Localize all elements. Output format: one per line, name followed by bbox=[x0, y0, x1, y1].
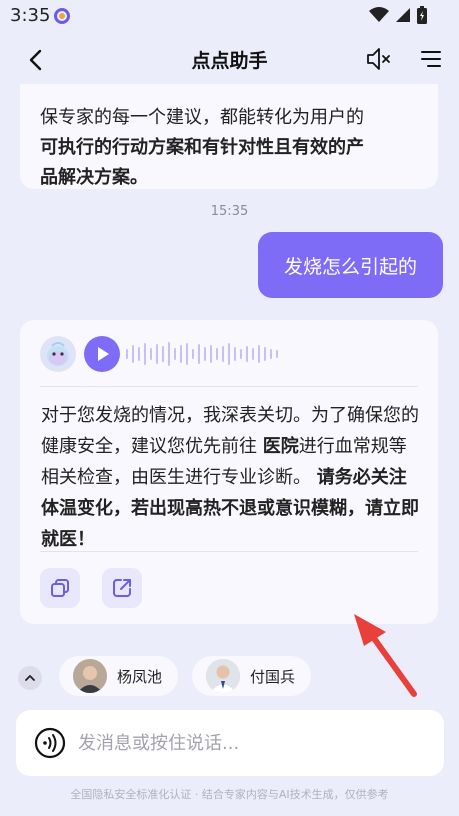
expert-avatar bbox=[206, 659, 240, 693]
menu-button[interactable] bbox=[419, 47, 443, 71]
doctor-avatar-icon bbox=[206, 659, 240, 693]
assistant-text-bold-segment: 医院 bbox=[262, 436, 299, 457]
chat-area[interactable]: 保专家的每一个建议，都能转化为用户的 可执行的行动方案和有针对性且有效的产 品解… bbox=[0, 84, 459, 700]
mute-button[interactable] bbox=[365, 45, 393, 73]
previous-message-card: 保专家的每一个建议，都能转化为用户的 可执行的行动方案和有针对性且有效的产 品解… bbox=[20, 84, 438, 189]
voice-wave-icon bbox=[34, 727, 66, 759]
input-bar bbox=[16, 710, 444, 776]
chevron-up-icon bbox=[25, 675, 35, 681]
status-icons bbox=[369, 6, 427, 24]
divider bbox=[40, 551, 418, 552]
header: 点点助手 bbox=[0, 34, 459, 84]
expert-chip[interactable]: 杨凤池 bbox=[59, 656, 179, 696]
footer-disclaimer: 全国隐私安全标准化认证 · 结合专家内容与AI技术生成，仅供参考 bbox=[70, 788, 389, 801]
expert-avatar bbox=[73, 659, 107, 693]
audio-waveform bbox=[126, 340, 278, 368]
previous-message-line: 保专家的每一个建议，都能转化为用户的 bbox=[40, 107, 364, 128]
menu-icon bbox=[421, 51, 441, 67]
play-audio-button[interactable] bbox=[84, 336, 120, 372]
assistant-message-text: 对于您发烧的情况，我深表关切。为了确保您的健康安全，建议您优先前往 医院进行血常… bbox=[41, 400, 420, 555]
person-avatar-icon bbox=[73, 659, 107, 693]
voice-input-button[interactable] bbox=[34, 727, 66, 759]
battery-icon bbox=[417, 6, 427, 24]
expert-chip[interactable]: 付国兵 bbox=[192, 656, 312, 696]
message-input[interactable] bbox=[78, 710, 428, 776]
copy-button[interactable] bbox=[40, 568, 80, 608]
expert-name: 杨凤池 bbox=[117, 667, 163, 686]
assistant-message-card: 对于您发烧的情况，我深表关切。为了确保您的健康安全，建议您优先前往 医院进行血常… bbox=[20, 320, 438, 624]
app-notification-icon bbox=[54, 8, 70, 24]
divider bbox=[40, 386, 418, 387]
speaker-mute-icon bbox=[367, 48, 390, 70]
message-timestamp: 15:35 bbox=[210, 204, 249, 219]
user-message-bubble: 发烧怎么引起的 bbox=[258, 232, 443, 298]
expert-name: 付国兵 bbox=[250, 667, 296, 686]
share-button[interactable] bbox=[102, 568, 142, 608]
status-time: 3:35 bbox=[10, 5, 51, 26]
previous-message-bold-line: 品解决方案。 bbox=[40, 167, 148, 188]
status-bar: 3:35 bbox=[0, 0, 459, 34]
previous-message-bold-line: 可执行的行动方案和有针对性且有效的产 bbox=[40, 137, 364, 158]
assistant-avatar bbox=[40, 336, 76, 372]
robot-mascot-icon bbox=[47, 342, 69, 366]
share-icon bbox=[113, 579, 131, 597]
experts-row: 杨凤池 付国兵 bbox=[0, 656, 459, 698]
collapse-experts-button[interactable] bbox=[18, 666, 42, 690]
copy-icon bbox=[51, 579, 69, 597]
user-message-text: 发烧怎么引起的 bbox=[283, 255, 417, 278]
signal-icon bbox=[396, 8, 410, 22]
wifi-icon bbox=[369, 7, 389, 22]
